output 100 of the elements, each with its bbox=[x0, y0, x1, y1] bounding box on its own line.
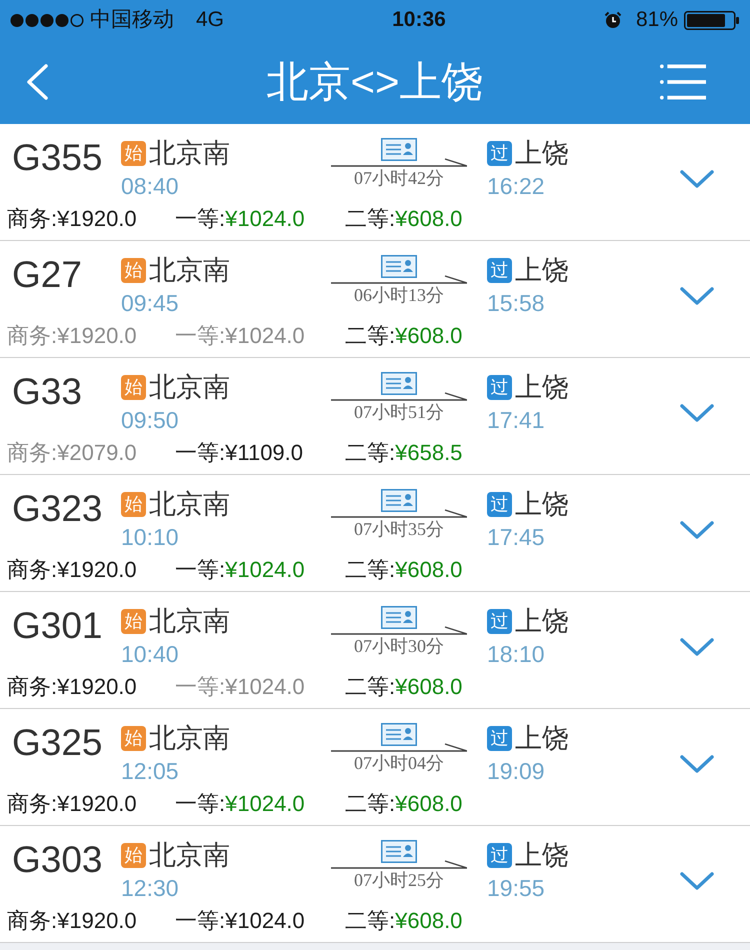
station-name: 北京南 bbox=[149, 723, 230, 753]
station-badge: 始 bbox=[121, 726, 146, 750]
station-name: 上饶 bbox=[515, 840, 569, 870]
price-text: ¥608.0 bbox=[395, 206, 462, 232]
price-text: ¥1920.0 bbox=[57, 557, 137, 583]
station-badge: 过 bbox=[487, 726, 512, 750]
price-text: ¥608.0 bbox=[395, 557, 462, 583]
time-text: 18:10 bbox=[487, 640, 545, 668]
station-name: 上饶 bbox=[515, 489, 569, 519]
price-text: ¥1024.0 bbox=[225, 557, 305, 583]
network-text: 4G bbox=[196, 7, 224, 34]
ticket-icon bbox=[381, 255, 417, 278]
price-text: ¥608.0 bbox=[395, 323, 462, 349]
duration-text: 07小时04分 bbox=[354, 752, 444, 774]
alarm-clock-icon bbox=[604, 11, 622, 29]
price-text: ¥1920.0 bbox=[57, 908, 137, 934]
back-icon bbox=[26, 64, 48, 100]
train-number: G301 bbox=[11, 606, 104, 646]
price-text: ¥1920.0 bbox=[57, 791, 137, 817]
price-text: ¥1920.0 bbox=[57, 206, 137, 232]
chevron-down-icon bbox=[680, 404, 714, 422]
station-name: 北京南 bbox=[149, 840, 230, 870]
price-text: ¥1024.0 bbox=[225, 206, 305, 232]
ticket-icon bbox=[381, 138, 417, 161]
ticket-icon bbox=[381, 840, 417, 863]
time-text: 12:30 bbox=[121, 874, 179, 902]
time-text: 19:09 bbox=[487, 757, 545, 785]
time-text: 10:10 bbox=[121, 523, 179, 551]
seat-class-label: 二等: bbox=[345, 440, 396, 466]
price-text: ¥2079.0 bbox=[57, 440, 137, 466]
page-title: 北京<>上饶 bbox=[266, 57, 484, 107]
station-badge: 过 bbox=[487, 258, 512, 282]
seat-class-label: 一等: bbox=[175, 557, 226, 583]
time-text: 12:05 bbox=[121, 757, 179, 785]
chevron-down-icon bbox=[680, 286, 714, 306]
signal-icon bbox=[10, 12, 84, 28]
station-badge: 始 bbox=[121, 842, 146, 868]
seat-class-label: 二等: bbox=[345, 206, 396, 232]
price-text: ¥1920.0 bbox=[57, 323, 137, 349]
seat-class-label: 商务: bbox=[7, 557, 58, 583]
chevron-down-icon bbox=[680, 872, 714, 890]
station-badge: 过 bbox=[487, 374, 512, 400]
train-number: G303 bbox=[11, 840, 104, 880]
chevron-down-icon bbox=[680, 638, 714, 656]
time-text: 09:45 bbox=[121, 289, 179, 317]
station-name: 上饶 bbox=[515, 606, 569, 636]
station-badge: 过 bbox=[487, 608, 512, 634]
time-text: 17:45 bbox=[487, 523, 545, 551]
train-number: G33 bbox=[11, 372, 83, 412]
ticket-icon bbox=[381, 723, 417, 746]
station-name: 北京南 bbox=[149, 138, 230, 168]
time-text: 17:41 bbox=[487, 406, 545, 434]
station-name: 上饶 bbox=[515, 372, 569, 402]
seat-class-label: 一等: bbox=[175, 908, 226, 934]
seat-class-label: 一等: bbox=[175, 440, 226, 466]
time-text: 16:22 bbox=[487, 172, 545, 200]
seat-class-label: 商务: bbox=[7, 440, 58, 466]
ticket-icon bbox=[381, 489, 417, 512]
price-text: ¥1024.0 bbox=[225, 908, 305, 934]
price-text: ¥608.0 bbox=[395, 674, 462, 700]
duration-text: 07小时35分 bbox=[354, 518, 444, 540]
station-badge: 始 bbox=[121, 140, 146, 166]
duration-text: 07小时30分 bbox=[354, 635, 444, 657]
price-text: ¥1109.0 bbox=[225, 440, 304, 466]
menu-icon bbox=[660, 63, 706, 101]
seat-class-label: 商务: bbox=[7, 206, 58, 232]
duration-text: 06小时13分 bbox=[354, 284, 444, 306]
station-name: 上饶 bbox=[515, 723, 569, 753]
seat-class-label: 一等: bbox=[175, 791, 226, 817]
station-badge: 过 bbox=[487, 492, 512, 516]
carrier-text: 中国移动 bbox=[90, 7, 174, 34]
seat-class-label: 二等: bbox=[345, 791, 396, 817]
train-number: G323 bbox=[11, 489, 104, 529]
train-number: G325 bbox=[11, 723, 104, 763]
ticket-icon bbox=[381, 606, 417, 629]
seat-class-label: 一等: bbox=[175, 206, 226, 232]
clock-text: 10:36 bbox=[392, 7, 446, 34]
duration-text: 07小时51分 bbox=[354, 401, 444, 423]
time-text: 15:58 bbox=[487, 289, 545, 317]
seat-class-label: 商务: bbox=[7, 908, 58, 934]
train-number: G355 bbox=[11, 138, 104, 178]
station-badge: 过 bbox=[487, 140, 512, 166]
seat-class-label: 二等: bbox=[345, 323, 396, 349]
price-text: ¥608.0 bbox=[395, 791, 462, 817]
train-number: G27 bbox=[11, 255, 83, 295]
price-text: ¥1024.0 bbox=[225, 323, 305, 349]
station-name: 北京南 bbox=[149, 372, 230, 402]
chevron-down-icon bbox=[680, 520, 714, 540]
price-text: ¥608.0 bbox=[395, 908, 462, 934]
station-badge: 始 bbox=[121, 492, 146, 516]
seat-class-label: 二等: bbox=[345, 674, 396, 700]
battery-icon bbox=[684, 10, 740, 30]
price-text: ¥658.5 bbox=[395, 440, 462, 466]
seat-class-label: 一等: bbox=[175, 674, 226, 700]
chevron-down-icon bbox=[680, 754, 714, 774]
seat-class-label: 一等: bbox=[175, 323, 226, 349]
seat-class-label: 二等: bbox=[345, 908, 396, 934]
seat-class-label: 二等: bbox=[345, 557, 396, 583]
price-text: ¥1024.0 bbox=[225, 674, 305, 700]
battery-percent-text: 81% bbox=[636, 7, 678, 34]
